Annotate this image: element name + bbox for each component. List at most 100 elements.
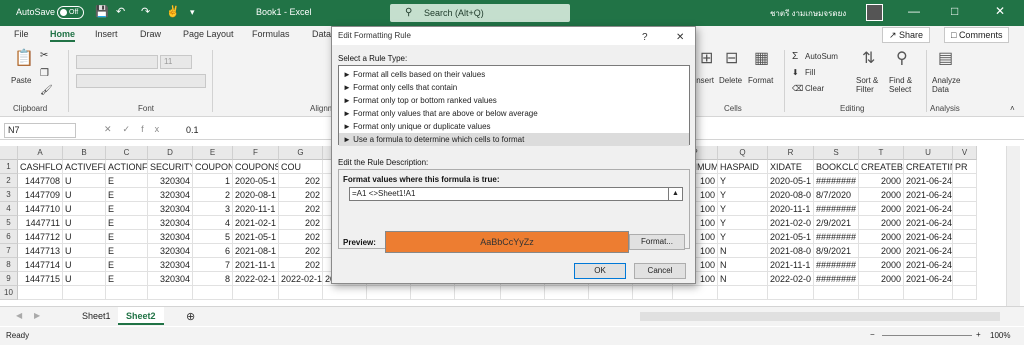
table-cell[interactable] (904, 286, 953, 300)
row-header[interactable]: 5 (0, 216, 18, 230)
table-cell[interactable]: 2021-06-24 (904, 272, 953, 286)
table-cell[interactable] (953, 272, 977, 286)
table-cell[interactable]: 320304 (148, 230, 193, 244)
clear-icon[interactable]: ⌫ (792, 84, 803, 93)
table-cell[interactable]: 320304 (148, 174, 193, 188)
rule-type-item[interactable]: ► Format only unique or duplicate values (339, 120, 689, 133)
font-format-row[interactable] (76, 74, 206, 88)
table-cell[interactable]: 2000 (859, 258, 904, 272)
table-cell[interactable] (953, 188, 977, 202)
table-cell[interactable]: Y (718, 216, 768, 230)
table-cell[interactable]: 2022-02-1 (233, 272, 279, 286)
column-header-b[interactable]: B (63, 146, 106, 160)
table-cell[interactable]: E (106, 272, 148, 286)
table-cell[interactable] (953, 244, 977, 258)
table-cell[interactable]: 2000 (859, 230, 904, 244)
table-cell[interactable] (367, 286, 411, 300)
table-cell[interactable]: 1447712 (18, 230, 63, 244)
table-cell[interactable]: 3 (193, 202, 233, 216)
table-cell[interactable]: 2021-05-1 (233, 230, 279, 244)
clear-label[interactable]: Clear (805, 84, 824, 93)
table-cell[interactable]: 8/7/2020 (814, 188, 859, 202)
close-icon[interactable]: ✕ (995, 4, 1005, 18)
table-cell[interactable] (718, 286, 768, 300)
table-cell[interactable]: 2021-06-24 (904, 216, 953, 230)
table-cell[interactable]: 1447713 (18, 244, 63, 258)
table-cell[interactable] (501, 286, 545, 300)
zoom-slider[interactable] (882, 335, 972, 336)
table-cell[interactable]: 1447715 (18, 272, 63, 286)
table-cell[interactable]: E (106, 258, 148, 272)
table-cell[interactable]: 2021-05-1 (768, 230, 814, 244)
table-cell[interactable]: 2021-08-1 (233, 244, 279, 258)
table-cell[interactable]: U (63, 272, 106, 286)
table-cell[interactable] (953, 230, 977, 244)
table-cell[interactable] (953, 216, 977, 230)
table-cell[interactable]: 1 (193, 174, 233, 188)
table-cell[interactable]: 2022-02-0 (768, 272, 814, 286)
table-cell[interactable]: N (718, 258, 768, 272)
header-cell[interactable]: CREATEBY (859, 160, 904, 174)
table-cell[interactable]: 8 (193, 272, 233, 286)
table-cell[interactable]: ######## (814, 258, 859, 272)
table-cell[interactable]: 2020-05-1 (768, 174, 814, 188)
table-cell[interactable]: 2021-02-1 (233, 216, 279, 230)
row-header[interactable]: 7 (0, 244, 18, 258)
table-cell[interactable]: 202 (279, 230, 323, 244)
row-header[interactable]: 3 (0, 188, 18, 202)
table-cell[interactable]: U (63, 258, 106, 272)
tab-page-layout[interactable]: Page Layout (183, 29, 234, 39)
table-cell[interactable]: U (63, 188, 106, 202)
ok-button[interactable]: OK (574, 263, 626, 279)
column-header-t[interactable]: T (859, 146, 904, 160)
header-cell[interactable]: COUPONS (233, 160, 279, 174)
table-cell[interactable]: 2020-11-1 (233, 202, 279, 216)
header-cell[interactable]: PR (953, 160, 977, 174)
column-header-u[interactable]: U (904, 146, 953, 160)
table-cell[interactable]: 320304 (148, 216, 193, 230)
table-cell[interactable] (279, 286, 323, 300)
table-cell[interactable] (63, 286, 106, 300)
undo-icon[interactable]: ↶ (116, 5, 125, 18)
table-cell[interactable] (953, 286, 977, 300)
column-header-a[interactable]: A (18, 146, 63, 160)
tab-draw[interactable]: Draw (140, 29, 161, 39)
customize-qat-icon[interactable]: ▾ (190, 7, 195, 18)
table-cell[interactable]: 2/9/2021 (814, 216, 859, 230)
header-cell[interactable]: SECURITYI (148, 160, 193, 174)
column-header-s[interactable]: S (814, 146, 859, 160)
table-cell[interactable]: 320304 (148, 272, 193, 286)
row-header[interactable]: 8 (0, 258, 18, 272)
table-cell[interactable]: 202 (279, 174, 323, 188)
table-cell[interactable]: 1447708 (18, 174, 63, 188)
scroll-left-icon[interactable]: ◀ (16, 311, 22, 320)
table-cell[interactable]: ######## (814, 272, 859, 286)
table-cell[interactable]: E (106, 174, 148, 188)
table-cell[interactable]: 1447714 (18, 258, 63, 272)
table-cell[interactable]: 2021-06-24 (904, 244, 953, 258)
table-cell[interactable] (859, 286, 904, 300)
table-cell[interactable]: 320304 (148, 244, 193, 258)
table-cell[interactable]: 2021-06-24 (904, 174, 953, 188)
fill-icon[interactable]: ⬇ (792, 68, 799, 77)
autosum-icon[interactable]: Σ (792, 51, 798, 62)
table-cell[interactable]: 2000 (859, 244, 904, 258)
table-cell[interactable]: N (718, 244, 768, 258)
table-cell[interactable]: 320304 (148, 202, 193, 216)
formula-input[interactable]: 0.1 (186, 125, 199, 135)
select-all-corner[interactable] (0, 146, 18, 160)
sheet-tab-sheet2[interactable]: Sheet2 (118, 307, 164, 325)
table-cell[interactable]: 1447709 (18, 188, 63, 202)
table-cell[interactable]: U (63, 230, 106, 244)
vertical-scrollbar[interactable] (1006, 146, 1020, 306)
table-cell[interactable]: N (718, 272, 768, 286)
tab-home[interactable]: Home (50, 29, 76, 42)
table-cell[interactable] (18, 286, 63, 300)
help-icon[interactable]: ? (642, 29, 648, 47)
table-cell[interactable]: 2000 (859, 216, 904, 230)
cancel-icon[interactable]: ✕ (104, 124, 123, 134)
dialog-close-icon[interactable]: ✕ (676, 29, 684, 47)
enter-icon[interactable]: ✓ (123, 124, 142, 134)
table-cell[interactable] (148, 286, 193, 300)
format-cells-icon[interactable]: ▦ (754, 48, 769, 68)
